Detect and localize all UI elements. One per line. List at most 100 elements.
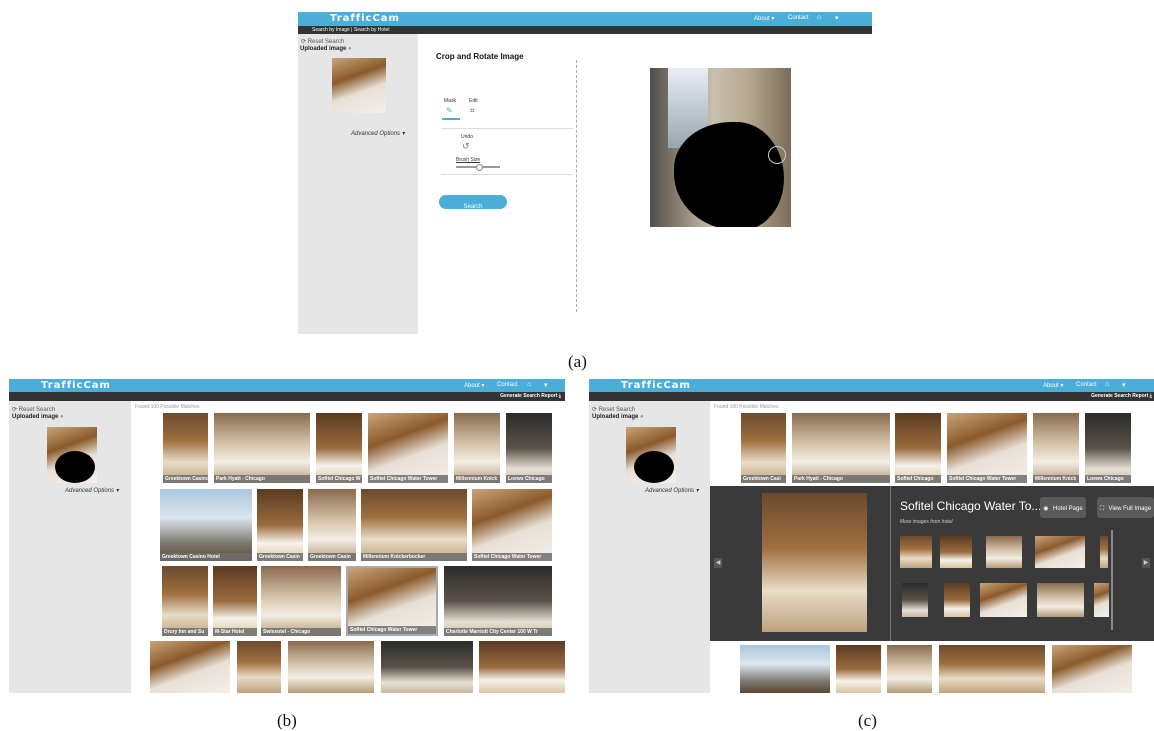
crop-icon: ⌗ — [470, 106, 475, 115]
generate-report-link[interactable]: Generate Search Report ⤓ — [1091, 393, 1152, 399]
result-card[interactable] — [479, 641, 565, 693]
result-card[interactable] — [836, 645, 881, 693]
result-card[interactable] — [939, 645, 1045, 693]
advanced-options-label: Advanced Options — [351, 131, 401, 137]
result-card[interactable] — [150, 641, 230, 693]
gallery-thumb[interactable] — [940, 536, 972, 568]
result-card[interactable] — [740, 645, 830, 693]
home-icon[interactable]: ⌂ — [817, 14, 821, 21]
search-mode-tabs[interactable]: Search by Image | Search by Hotel — [312, 27, 389, 33]
result-card[interactable]: Millennium Knickerbocker — [361, 489, 467, 561]
tab-edit[interactable]: Edit ⌗ — [468, 98, 486, 122]
sidebar: ⟳ Reset Search Uploaded image ● Advanced… — [589, 401, 710, 693]
result-caption: M-Star Hotel — [213, 628, 257, 636]
page-title: Crop and Rotate Image — [436, 52, 524, 61]
detail-main-image[interactable] — [762, 493, 867, 632]
result-card[interactable] — [237, 641, 281, 693]
result-card[interactable]: Greektown Casi — [741, 413, 786, 483]
brand-logo[interactable]: TrafficCam — [621, 380, 691, 391]
chevron-down-icon[interactable]: ▾ — [1122, 381, 1126, 389]
result-card[interactable]: Greektown Casin — [257, 489, 303, 561]
result-card[interactable]: Greektown Casino — [163, 413, 208, 483]
result-caption: Sofitel Chicago Water Tower — [368, 475, 448, 483]
uploaded-image-label: Uploaded image ● — [592, 414, 644, 420]
result-card[interactable]: Swissotel - Chicago — [261, 566, 341, 636]
next-arrow-icon[interactable]: ▶ — [1142, 558, 1150, 568]
result-card[interactable]: Loews Chicago — [506, 413, 552, 483]
gallery-thumb[interactable] — [1094, 583, 1109, 617]
advanced-options-link[interactable]: Advanced Options ▾ — [351, 130, 405, 137]
gallery-thumb[interactable] — [1035, 536, 1085, 568]
expand-icon: ⛶ — [1099, 506, 1105, 512]
mask-canvas[interactable] — [650, 68, 791, 227]
home-icon[interactable]: ⌂ — [1105, 381, 1109, 388]
result-caption: Greektown Casino Hotel — [160, 553, 252, 561]
result-caption: Greektown Casi — [741, 475, 786, 483]
nav-about[interactable]: About ▾ — [464, 382, 484, 389]
result-caption: Sofitel Chicago — [895, 475, 941, 483]
nav-about[interactable]: About ▾ — [754, 15, 774, 22]
reset-search-link[interactable]: ⟳ Reset Search — [301, 38, 344, 45]
result-card[interactable]: Park Hyatt - Chicago — [792, 413, 890, 483]
result-caption: Loews Chicago — [506, 475, 552, 483]
navbar: TrafficCam About ▾ Contact ⌂ ▾ — [9, 379, 565, 392]
result-card[interactable]: Sofitel Chicago — [895, 413, 941, 483]
gallery-thumb[interactable] — [1100, 536, 1108, 568]
search-button[interactable]: Search — [439, 195, 507, 210]
brush-size-slider[interactable] — [456, 164, 500, 171]
slider-thumb[interactable] — [476, 164, 483, 171]
undo-button[interactable]: Undo ↺ — [458, 134, 478, 156]
result-card[interactable]: M-Star Hotel — [213, 566, 257, 636]
result-card[interactable] — [288, 641, 374, 693]
result-card[interactable]: Charlotte Marriott City Center 100 W Tr — [444, 566, 552, 636]
result-card[interactable]: Sofitel Chicago W — [316, 413, 362, 483]
gallery-thumb[interactable] — [1037, 583, 1084, 617]
chevron-down-icon[interactable]: ▾ — [544, 381, 548, 389]
uploaded-image-thumb — [47, 427, 97, 483]
brand-logo[interactable]: TrafficCam — [330, 13, 400, 24]
nav-contact[interactable]: Contact — [497, 382, 518, 388]
nav-contact[interactable]: Contact — [1076, 382, 1097, 388]
view-full-image-button[interactable]: ⛶ View Full Image — [1097, 497, 1154, 518]
result-card[interactable]: Sofitel Chicago Water Tower — [346, 566, 438, 636]
advanced-options-link[interactable]: Advanced Options ▾ — [645, 487, 699, 494]
reset-search-link[interactable]: ⟳ Reset Search — [12, 406, 55, 413]
result-card[interactable]: Greektown Casino Hotel — [160, 489, 252, 561]
prev-arrow-icon[interactable]: ◀ — [714, 558, 722, 568]
generate-report-link[interactable]: Generate Search Report ⤓ — [500, 393, 561, 399]
result-card[interactable]: Sofitel Chicago Water Tower — [472, 489, 552, 561]
gallery-thumb[interactable] — [902, 583, 928, 617]
reset-search-link[interactable]: ⟳ Reset Search — [592, 406, 635, 413]
nav-contact[interactable]: Contact — [788, 15, 809, 21]
result-card[interactable]: Drury Inn and Su — [162, 566, 208, 636]
gallery-thumb[interactable] — [944, 583, 970, 617]
result-card[interactable]: Greektown Casin — [308, 489, 356, 561]
result-card[interactable] — [887, 645, 932, 693]
result-card[interactable]: Loews Chicago — [1085, 413, 1131, 483]
chevron-down-icon[interactable]: ▾ — [835, 14, 839, 22]
gallery-thumb[interactable] — [986, 536, 1022, 568]
gallery-thumb[interactable] — [900, 536, 932, 568]
result-card[interactable]: Sofitel Chicago Water Tower — [947, 413, 1027, 483]
mask-blob — [634, 451, 674, 483]
tab-mask[interactable]: Mask ✎ — [442, 98, 460, 122]
uploaded-label-text: Uploaded image — [592, 414, 639, 420]
hotel-page-button[interactable]: ◉ Hotel Page — [1040, 497, 1086, 518]
report-bar: Generate Search Report ⤓ — [9, 392, 565, 401]
nav-about[interactable]: About ▾ — [1043, 382, 1063, 389]
home-icon[interactable]: ⌂ — [527, 381, 531, 388]
result-card[interactable]: Millennium Knick — [454, 413, 500, 483]
active-tab-indicator — [442, 118, 460, 120]
result-card[interactable] — [381, 641, 473, 693]
results-count: Found 100 Possible Matches — [714, 404, 779, 410]
result-card[interactable] — [1052, 645, 1132, 693]
brand-logo[interactable]: TrafficCam — [41, 380, 111, 391]
result-card[interactable]: Park Hyatt - Chicago — [214, 413, 310, 483]
result-card[interactable]: Sofitel Chicago Water Tower — [368, 413, 448, 483]
gallery-scrollbar[interactable] — [1111, 530, 1113, 630]
gallery-thumb[interactable] — [980, 583, 1027, 617]
caption-c: (c) — [858, 711, 877, 730]
advanced-options-link[interactable]: Advanced Options ▾ — [65, 487, 119, 494]
brush-size-label: Brush Size — [456, 157, 481, 163]
result-card[interactable]: Millennium Knick — [1033, 413, 1079, 483]
